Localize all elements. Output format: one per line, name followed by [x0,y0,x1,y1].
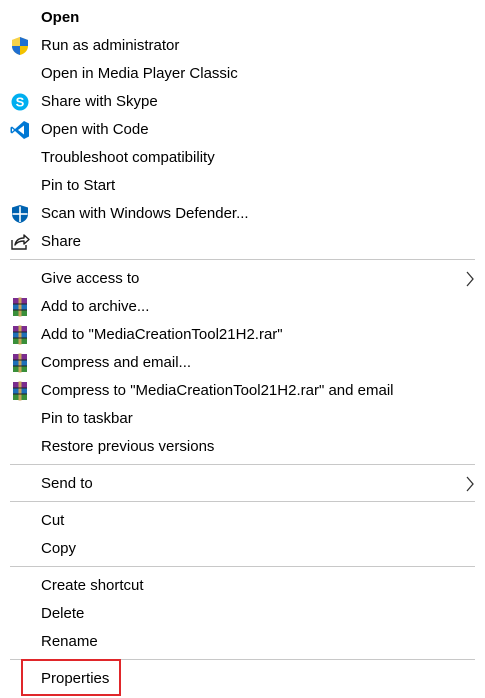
winrar-icon [10,325,30,345]
vscode-icon [10,120,30,140]
menu-item-label: Give access to [41,270,140,287]
menu-item-run-as-administrator[interactable]: Run as administrator [0,32,485,60]
menu-item-rename[interactable]: Rename [0,628,485,656]
uac-shield-icon [10,36,30,56]
skype-icon: S [10,92,30,112]
menu-item-create-shortcut[interactable]: Create shortcut [0,572,485,600]
menu-item-label: Send to [41,475,93,492]
menu-item-label: Troubleshoot compatibility [41,149,215,166]
menu-item-label: Create shortcut [41,577,144,594]
menu-item-label: Pin to Start [41,177,116,194]
menu-item-label: Run as administrator [41,37,180,54]
menu-item-label: Pin to taskbar [41,410,133,427]
menu-separator [10,464,475,465]
menu-item-compress-and-email[interactable]: Compress and email... [0,349,485,377]
menu-item-scan-with-windows-defender[interactable]: Scan with Windows Defender... [0,200,485,228]
menu-item-send-to[interactable]: Send to [0,470,485,498]
windows-defender-icon [10,204,30,224]
winrar-icon [10,381,30,401]
menu-item-cut[interactable]: Cut [0,507,485,535]
context-menu: Open Run as administrator Open in Media … [0,0,485,698]
menu-item-label: Scan with Windows Defender... [41,205,249,222]
properties-highlight-box [21,659,121,696]
menu-item-add-to-archive[interactable]: Add to archive... [0,293,485,321]
menu-separator [10,259,475,260]
menu-item-label: Rename [41,633,98,650]
menu-item-label: Share [41,233,82,250]
menu-item-copy[interactable]: Copy [0,535,485,563]
menu-item-share-with-skype[interactable]: S Share with Skype [0,88,485,116]
menu-item-open-with-code[interactable]: Open with Code [0,116,485,144]
menu-item-label: Compress and email... [41,354,192,371]
menu-item-label: Open with Code [41,121,149,138]
menu-item-label: Restore previous versions [41,438,215,455]
menu-item-add-to-rar[interactable]: Add to "MediaCreationTool21H2.rar" [0,321,485,349]
winrar-icon [10,297,30,317]
menu-item-pin-to-start[interactable]: Pin to Start [0,172,485,200]
menu-item-label: Compress to "MediaCreationTool21H2.rar" … [41,382,394,399]
menu-item-give-access-to[interactable]: Give access to [0,265,485,293]
menu-item-open-in-media-player-classic[interactable]: Open in Media Player Classic [0,60,485,88]
chevron-right-icon [465,476,475,492]
menu-item-label: Add to "MediaCreationTool21H2.rar" [41,326,283,343]
menu-item-delete[interactable]: Delete [0,600,485,628]
share-icon [10,232,30,252]
winrar-icon [10,353,30,373]
menu-item-label: Cut [41,512,65,529]
menu-separator [10,566,475,567]
menu-item-pin-to-taskbar[interactable]: Pin to taskbar [0,405,485,433]
svg-text:S: S [16,95,25,110]
menu-item-open[interactable]: Open [0,4,485,32]
menu-item-share[interactable]: Share [0,228,485,256]
menu-item-label: Add to archive... [41,298,150,315]
menu-separator [10,501,475,502]
menu-item-compress-to-rar-and-email[interactable]: Compress to "MediaCreationTool21H2.rar" … [0,377,485,405]
chevron-right-icon [465,271,475,287]
menu-item-label: Copy [41,540,77,557]
menu-item-label: Open in Media Player Classic [41,65,238,82]
menu-item-restore-previous-versions[interactable]: Restore previous versions [0,433,485,461]
menu-item-label: Open [41,9,80,26]
menu-item-label: Share with Skype [41,93,158,110]
menu-item-label: Delete [41,605,85,622]
menu-item-troubleshoot-compatibility[interactable]: Troubleshoot compatibility [0,144,485,172]
